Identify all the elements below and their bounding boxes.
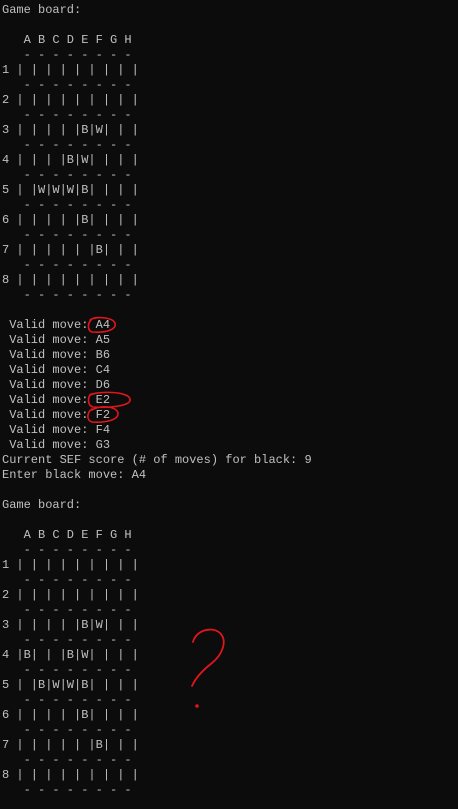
- terminal-line: Valid move: C4: [2, 363, 111, 377]
- terminal-line: - - - - - - - -: [2, 138, 132, 152]
- terminal-line: - - - - - - - -: [2, 783, 132, 797]
- terminal-line: Valid move: A4: [2, 318, 111, 332]
- terminal-line: Valid move: B6: [2, 348, 111, 362]
- terminal-line: 7 | | | | | |B| | |: [2, 738, 139, 752]
- terminal-line: Enter black move: A4: [2, 468, 147, 482]
- terminal-line: 7 | | | | | |B| | |: [2, 243, 139, 257]
- terminal-window[interactable]: Game board: A B C D E F G H - - - - - - …: [0, 0, 458, 809]
- terminal-line: 1 | | | | | | | | |: [2, 63, 139, 77]
- terminal-line: 6 | | | | |B| | | |: [2, 213, 139, 227]
- terminal-line: 8 | | | | | | | | |: [2, 273, 139, 287]
- terminal-line: Game board:: [2, 3, 82, 17]
- terminal-line: Valid move: D6: [2, 378, 111, 392]
- terminal-line: - - - - - - - -: [2, 198, 132, 212]
- terminal-line: A B C D E F G H: [2, 528, 132, 542]
- terminal-line: Valid move: F4: [2, 423, 111, 437]
- terminal-line: Game board:: [2, 498, 82, 512]
- terminal-line: 2 | | | | | | | | |: [2, 588, 139, 602]
- terminal-line: A B C D E F G H: [2, 33, 132, 47]
- terminal-line: Valid move: F2: [2, 408, 111, 422]
- terminal-line: - - - - - - - -: [2, 228, 132, 242]
- terminal-line: 5 | |B|W|W|B| | | |: [2, 678, 139, 692]
- terminal-line: - - - - - - - -: [2, 288, 132, 302]
- terminal-line: Valid move: E2: [2, 393, 111, 407]
- terminal-line: Valid move: G3: [2, 438, 111, 452]
- terminal-line: 3 | | | | |B|W| | |: [2, 618, 139, 632]
- terminal-line: 4 | | | |B|W| | | |: [2, 153, 139, 167]
- terminal-line: 4 |B| | |B|W| | | |: [2, 648, 139, 662]
- terminal-line: - - - - - - - -: [2, 603, 132, 617]
- terminal-line: 6 | | | | |B| | | |: [2, 708, 139, 722]
- terminal-line: - - - - - - - -: [2, 573, 132, 587]
- terminal-line: - - - - - - - -: [2, 633, 132, 647]
- terminal-line: - - - - - - - -: [2, 258, 132, 272]
- terminal-line: 2 | | | | | | | | |: [2, 93, 139, 107]
- terminal-line: - - - - - - - -: [2, 108, 132, 122]
- terminal-line: 5 | |W|W|W|B| | | |: [2, 183, 139, 197]
- terminal-line: Current SEF score (# of moves) for black…: [2, 453, 312, 467]
- terminal-line: 1 | | | | | | | | |: [2, 558, 139, 572]
- terminal-line: Valid move: A5: [2, 333, 111, 347]
- terminal-line: - - - - - - - -: [2, 48, 132, 62]
- terminal-line: - - - - - - - -: [2, 753, 132, 767]
- terminal-line: - - - - - - - -: [2, 693, 132, 707]
- terminal-line: 3 | | | | |B|W| | |: [2, 123, 139, 137]
- terminal-line: - - - - - - - -: [2, 78, 132, 92]
- terminal-line: - - - - - - - -: [2, 168, 132, 182]
- terminal-line: 8 | | | | | | | | |: [2, 768, 139, 782]
- terminal-line: - - - - - - - -: [2, 543, 132, 557]
- terminal-line: - - - - - - - -: [2, 663, 132, 677]
- terminal-line: - - - - - - - -: [2, 723, 132, 737]
